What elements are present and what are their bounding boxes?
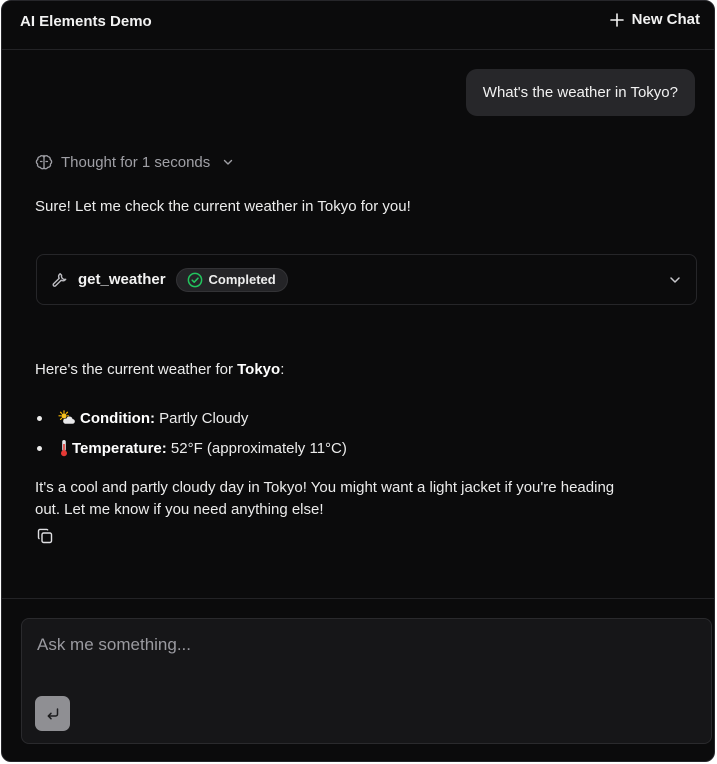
status-label: Completed — [208, 272, 276, 287]
thermometer-icon — [58, 439, 70, 457]
chat-app: AI Elements Demo New Chat What's the wea… — [1, 0, 715, 762]
header: AI Elements Demo New Chat — [2, 1, 714, 50]
check-circle-icon — [187, 272, 203, 288]
user-message: What's the weather in Tokyo? — [465, 69, 695, 116]
temperature-value: 52°F (approximately 11°C) — [166, 439, 347, 457]
tool-call-card[interactable]: get_weather Completed — [36, 254, 697, 305]
condition-label: Condition: — [80, 409, 155, 427]
weather-list: Condition: Partly Cloudy Temperature: 52… — [35, 403, 347, 463]
result-heading: Here's the current weather for Tokyo: — [35, 359, 284, 381]
new-chat-label: New Chat — [631, 11, 700, 28]
status-badge: Completed — [175, 267, 288, 292]
plus-icon — [609, 12, 624, 27]
copy-button[interactable] — [36, 527, 54, 545]
tool-name: get_weather — [78, 271, 166, 288]
copy-icon — [36, 527, 54, 545]
closing-line-2: out. Let me know if you need anything el… — [35, 501, 324, 518]
result-city: Tokyo — [237, 361, 281, 378]
list-item: Temperature: 52°F (approximately 11°C) — [35, 433, 347, 463]
new-chat-button[interactable]: New Chat — [609, 11, 700, 28]
list-item: Condition: Partly Cloudy — [35, 403, 347, 433]
result-suffix: : — [280, 361, 285, 378]
result-prefix: Here's the current weather for — [35, 361, 238, 378]
thought-label: Thought for 1 seconds — [61, 153, 211, 171]
enter-icon — [45, 706, 61, 722]
app-title: AI Elements Demo — [20, 13, 152, 30]
chevron-down-icon — [222, 156, 234, 168]
bullet-dot — [37, 445, 42, 451]
sun-cloud-icon — [58, 409, 76, 427]
wrench-icon — [51, 271, 68, 288]
composer — [21, 618, 712, 744]
closing-line-1: It's a cool and partly cloudy day in Tok… — [35, 479, 615, 496]
brain-icon — [35, 153, 53, 171]
chevron-down-icon[interactable] — [668, 273, 682, 287]
composer-divider — [2, 598, 714, 599]
message-input[interactable] — [35, 634, 699, 656]
closing-text: It's a cool and partly cloudy day in Tok… — [35, 477, 614, 521]
temperature-label: Temperature: — [72, 439, 167, 457]
send-button[interactable] — [35, 696, 70, 731]
assistant-intro-text: Sure! Let me check the current weather i… — [35, 198, 411, 215]
thought-toggle[interactable]: Thought for 1 seconds — [35, 153, 234, 171]
bullet-dot — [37, 415, 42, 421]
condition-value: Partly Cloudy — [154, 409, 249, 427]
